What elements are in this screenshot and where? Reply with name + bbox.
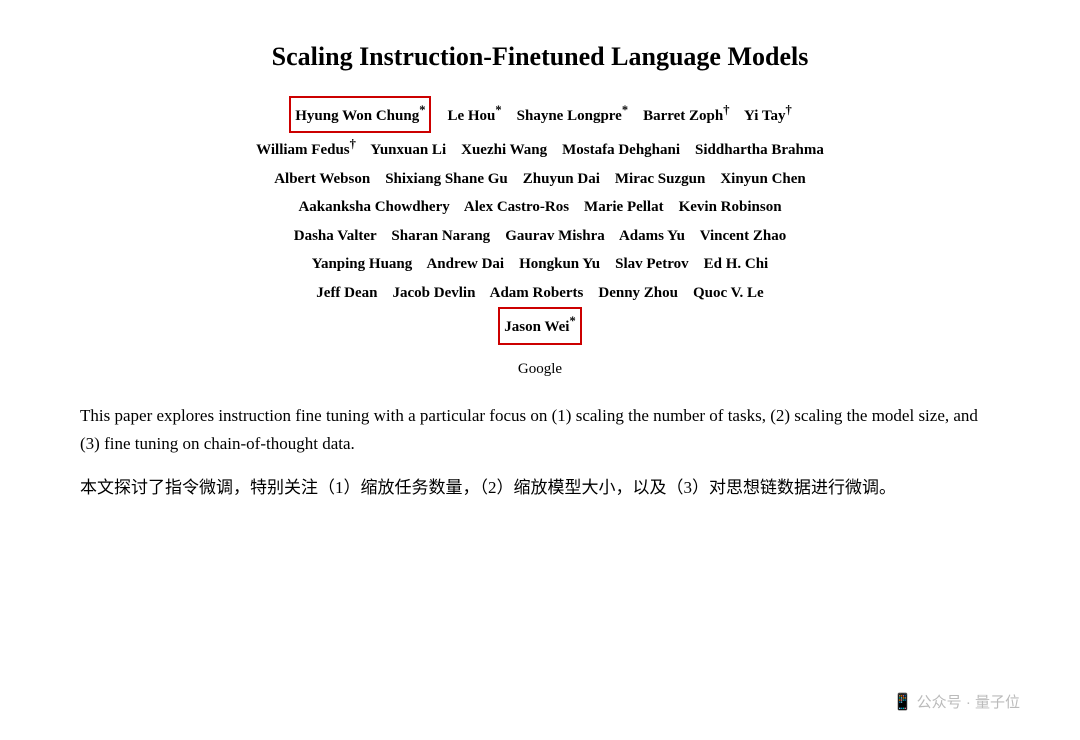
author-adam-roberts: Adam Roberts <box>490 285 584 301</box>
watermark-text: 公众号 · 量子位 <box>917 691 1020 712</box>
author-quoc-le: Quoc V. Le <box>693 285 764 301</box>
author-shixiang-gu: Shixiang Shane Gu <box>385 171 508 187</box>
author-yunxuan-li: Yunxuan Li <box>370 142 446 158</box>
author-kevin-robinson: Kevin Robinson <box>679 199 782 215</box>
author-yanping-huang: Yanping Huang <box>312 256 412 272</box>
author-siddhartha-brahma: Siddhartha Brahma <box>695 142 824 158</box>
author-line-1: Hyung Won Chung* Le Hou* Shayne Longpre*… <box>80 96 1000 134</box>
abstract-section: This paper explores instruction fine tun… <box>80 402 1000 502</box>
author-jeff-dean: Jeff Dean <box>316 285 377 301</box>
abstract-chinese: 本文探讨了指令微调，特别关注（1）缩放任务数量，（2）缩放模型大小，以及（3）对… <box>80 474 1000 502</box>
paper-container: Scaling Instruction-Finetuned Language M… <box>80 40 1000 502</box>
author-line-7: Jeff Dean Jacob Devlin Adam Roberts Denn… <box>80 279 1000 308</box>
author-jason-wei: Jason Wei* <box>498 307 581 345</box>
author-mostafa-dehghani: Mostafa Dehghani <box>562 142 680 158</box>
author-denny-zhou: Denny Zhou <box>598 285 678 301</box>
author-line-5: Dasha Valter Sharan Narang Gaurav Mishra… <box>80 222 1000 251</box>
author-hongkun-yu: Hongkun Yu <box>519 256 600 272</box>
author-line-6: Yanping Huang Andrew Dai Hongkun Yu Slav… <box>80 250 1000 279</box>
abstract-english: This paper explores instruction fine tun… <box>80 402 1000 458</box>
author-gaurav-mishra: Gaurav Mishra <box>505 228 605 244</box>
author-vincent-zhao: Vincent Zhao <box>700 228 787 244</box>
author-albert-webson: Albert Webson <box>274 171 370 187</box>
author-jacob-devlin: Jacob Devlin <box>393 285 476 301</box>
author-line-8: Jason Wei* <box>80 307 1000 345</box>
paper-title: Scaling Instruction-Finetuned Language M… <box>272 40 809 74</box>
author-yi-tay: Yi Tay† <box>744 108 792 124</box>
author-hyung-won-chung: Hyung Won Chung* <box>289 96 431 134</box>
author-mirac-suzgun: Mirac Suzgun <box>615 171 705 187</box>
author-xuezhi-wang: Xuezhi Wang <box>461 142 547 158</box>
author-aakanksha-chowdhery: Aakanksha Chowdhery <box>298 199 449 215</box>
watermark: 📱 公众号 · 量子位 <box>893 691 1020 712</box>
author-line-4: Aakanksha Chowdhery Alex Castro-Ros Mari… <box>80 193 1000 222</box>
authors-section: Hyung Won Chung* Le Hou* Shayne Longpre*… <box>80 96 1000 345</box>
author-shayne-longpre: Shayne Longpre* <box>517 108 628 124</box>
author-le-hou: Le Hou* <box>447 108 501 124</box>
author-line-3: Albert Webson Shixiang Shane Gu Zhuyun D… <box>80 165 1000 194</box>
watermark-icon: 📱 <box>893 692 913 712</box>
author-line-2: William Fedus† Yunxuan Li Xuezhi Wang Mo… <box>80 133 1000 165</box>
author-barret-zoph: Barret Zoph† <box>643 108 729 124</box>
affiliation: Google <box>518 361 562 378</box>
author-dasha-valter: Dasha Valter <box>294 228 377 244</box>
author-ed-chi: Ed H. Chi <box>704 256 769 272</box>
author-marie-pellat: Marie Pellat <box>584 199 664 215</box>
author-xinyun-chen: Xinyun Chen <box>720 171 805 187</box>
author-alex-castro-ros: Alex Castro-Ros <box>464 199 569 215</box>
author-adams-yu: Adams Yu <box>619 228 685 244</box>
author-zhuyun-dai: Zhuyun Dai <box>523 171 600 187</box>
author-andrew-dai: Andrew Dai <box>426 256 504 272</box>
author-sharan-narang: Sharan Narang <box>391 228 490 244</box>
author-slav-petrov: Slav Petrov <box>615 256 688 272</box>
author-william-fedus: William Fedus† <box>256 142 356 158</box>
